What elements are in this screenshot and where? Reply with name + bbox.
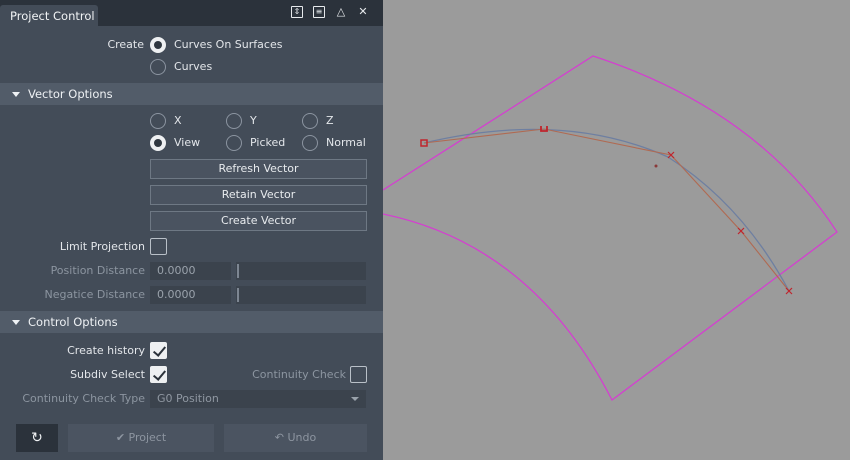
retain-vector-button[interactable]: Retain Vector (150, 185, 367, 205)
radio-y-label: Y (250, 114, 257, 127)
radio-normal-label: Normal (326, 136, 366, 149)
project-control-panel: Project Control ⇕ ≡ △ ✕ Create Curves On… (0, 0, 383, 460)
radio-curves-on-surfaces-label: Curves On Surfaces (174, 38, 283, 51)
continuity-type-value: G0 Position (157, 392, 219, 405)
project-button[interactable]: ✔ Project (68, 424, 214, 452)
continuity-check-label: Continuity Check (252, 368, 346, 381)
menu-icon[interactable]: ≡ (313, 6, 325, 18)
position-distance-label: Position Distance (50, 264, 145, 277)
panel-tab[interactable]: Project Control (0, 5, 98, 26)
position-distance-field[interactable]: 0.0000 (150, 262, 231, 280)
undo-button[interactable]: ↶ Undo (224, 424, 367, 452)
negative-distance-field[interactable]: 0.0000 (150, 286, 231, 304)
section-control-options[interactable]: Control Options (0, 311, 383, 333)
slider-handle[interactable] (237, 288, 239, 302)
collapse-icon[interactable]: △ (335, 6, 347, 18)
edit-point[interactable] (654, 164, 658, 168)
slider-handle[interactable] (237, 264, 239, 278)
chevron-down-icon (12, 320, 20, 325)
section-vector-options[interactable]: Vector Options (0, 83, 383, 105)
subdiv-select-checkbox[interactable] (150, 366, 167, 383)
radio-picked[interactable] (226, 135, 242, 151)
continuity-check-checkbox[interactable] (350, 366, 367, 383)
negative-distance-slider[interactable] (236, 286, 366, 304)
surface-outline (382, 55, 838, 401)
cv-marker[interactable] (785, 287, 793, 295)
radio-z[interactable] (302, 113, 318, 129)
radio-y[interactable] (226, 113, 242, 129)
continuity-type-label: Continuity Check Type (22, 392, 145, 405)
limit-projection-checkbox[interactable] (150, 238, 167, 255)
section-vector-options-title: Vector Options (28, 87, 113, 101)
radio-x-label: X (174, 114, 182, 127)
control-hull (423, 128, 790, 292)
reset-button[interactable]: ↻ (16, 424, 58, 452)
action-bar: ↻ ✔ Project ↶ Undo (0, 414, 383, 460)
section-control-options-title: Control Options (28, 315, 118, 329)
cv-marker[interactable] (737, 227, 745, 235)
create-history-label: Create history (67, 344, 145, 357)
chevron-down-icon (351, 397, 359, 401)
limit-projection-label: Limit Projection (59, 240, 145, 253)
radio-curves[interactable] (150, 59, 166, 75)
reset-icon: ↻ (31, 430, 43, 446)
checkmark-icon: ✔ (115, 431, 129, 444)
undo-icon: ↶ (274, 431, 288, 444)
expand-vertical-icon[interactable]: ⇕ (291, 6, 303, 18)
refresh-vector-button[interactable]: Refresh Vector (150, 159, 367, 179)
subdiv-select-label: Subdiv Select (70, 368, 145, 381)
radio-normal[interactable] (302, 135, 318, 151)
radio-curves-on-surfaces[interactable] (150, 37, 166, 53)
radio-x[interactable] (150, 113, 166, 129)
panel-titlebar: Project Control ⇕ ≡ △ ✕ (0, 0, 383, 26)
position-distance-slider[interactable] (236, 262, 366, 280)
project-button-label: Project (128, 431, 167, 444)
close-icon[interactable]: ✕ (357, 6, 369, 18)
radio-curves-label: Curves (174, 60, 213, 73)
radio-view[interactable] (150, 135, 166, 151)
create-vector-button[interactable]: Create Vector (150, 211, 367, 231)
create-history-checkbox[interactable] (150, 342, 167, 359)
create-label: Create (107, 38, 144, 51)
continuity-type-select[interactable]: G0 Position (150, 390, 366, 408)
radio-picked-label: Picked (250, 136, 286, 149)
viewport-canvas[interactable] (382, 0, 850, 460)
radio-view-label: View (174, 136, 201, 149)
projected-curve (423, 128, 790, 292)
chevron-down-icon (12, 92, 20, 97)
3d-viewport[interactable] (382, 0, 850, 460)
undo-button-label: Undo (287, 431, 317, 444)
negative-distance-label: Negatice Distance (44, 288, 146, 301)
radio-z-label: Z (326, 114, 334, 127)
